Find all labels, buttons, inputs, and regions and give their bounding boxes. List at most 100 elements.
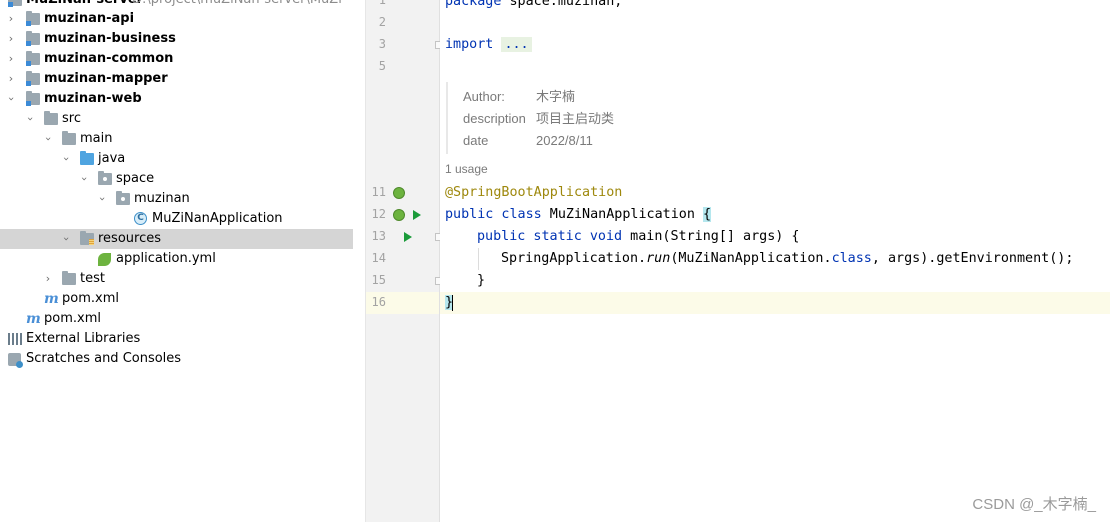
tree-item-label: muzinan-api [44, 11, 135, 26]
keyword: import [445, 37, 494, 52]
code-line-1: package space.muzinan; [445, 0, 622, 13]
line-number: 5 [378, 59, 386, 73]
tree-item-src[interactable]: › src [0, 109, 365, 129]
tree-item-muzinan[interactable]: › muzinan [0, 189, 365, 209]
tree-item-external-libraries[interactable]: External Libraries [0, 329, 365, 349]
tree-item-label: MuZiNanApplication [152, 211, 283, 226]
matched-brace: { [703, 207, 712, 222]
libraries-icon [8, 333, 22, 345]
tree-item-pom-root[interactable]: m pom.xml [0, 309, 365, 329]
tree-item-label: java [98, 151, 126, 166]
doc-value: 项目主启动类 [536, 111, 615, 126]
tree-item-application-yml[interactable]: application.yml [0, 249, 365, 269]
tree-item-label: pom.xml [44, 311, 101, 326]
chevron-right-icon[interactable]: › [5, 69, 17, 89]
tree-item-muzinan-web[interactable]: › muzinan-web [0, 89, 365, 109]
keyword: package [445, 0, 502, 9]
folder-icon [62, 271, 76, 285]
line-number: 15 [371, 273, 386, 287]
usage-hint[interactable]: 1 usage [445, 162, 488, 176]
tree-item-label: muzinan-mapper [44, 71, 168, 86]
spring-config-icon [98, 253, 111, 266]
indent-guide [478, 248, 479, 270]
javadoc-block: Author: 木字楠 description 项目主启动类 date 2022/8/… [446, 82, 648, 154]
tree-item-pom-web[interactable]: m pom.xml [0, 289, 365, 309]
watermark: CSDN @_木字楠_ [972, 496, 1096, 513]
module-folder-icon [26, 31, 40, 46]
code-text: main(String[] args) { [622, 229, 800, 244]
static-method: run [646, 251, 671, 266]
project-tree: MuZiNan-server D:\project\muZiNan-server… [0, 0, 366, 522]
tree-item-resources[interactable]: › resources [0, 229, 353, 249]
code-text: space.muzinan; [501, 0, 623, 9]
module-folder-icon [26, 51, 40, 66]
chevron-down-icon[interactable]: › [56, 233, 76, 245]
chevron-down-icon[interactable]: › [1, 93, 21, 105]
chevron-down-icon[interactable]: › [74, 173, 94, 185]
current-line-highlight [440, 292, 1110, 314]
spring-boot-class-icon: C [134, 212, 147, 225]
maven-icon: m [26, 311, 41, 327]
chevron-down-icon[interactable]: › [56, 153, 76, 165]
code-line-3: import ... [445, 34, 532, 56]
code-line-15: } [477, 273, 486, 288]
tree-item-label: application.yml [116, 251, 216, 266]
class-name: MuZiNanApplication [541, 207, 703, 222]
tree-item-muzinan-business[interactable]: › muzinan-business [0, 29, 365, 49]
run-icon[interactable] [404, 232, 412, 242]
chevron-down-icon[interactable]: › [92, 193, 112, 205]
doc-date: date 2022/8/11 [463, 130, 593, 152]
package-icon [116, 191, 130, 205]
maven-icon: m [44, 291, 59, 307]
run-icon[interactable] [413, 210, 421, 220]
spring-bean-icon[interactable] [393, 187, 405, 199]
tree-item-muzinan-api[interactable]: › muzinan-api [0, 9, 365, 29]
line-number: 13 [371, 229, 386, 243]
package-icon [98, 171, 112, 185]
code-text: , args).getEnvironment(); [871, 251, 1074, 266]
tree-item-muzinan-mapper[interactable]: › muzinan-mapper [0, 69, 365, 89]
line-number: 1 [378, 0, 386, 7]
module-folder-icon [8, 0, 22, 7]
module-folder-icon [26, 11, 40, 26]
line-number: 3 [378, 37, 386, 51]
keyword: class [831, 251, 872, 266]
tree-item-test[interactable]: › test [0, 269, 365, 289]
tree-item-label: resources [98, 231, 162, 246]
line-number: 14 [371, 251, 386, 265]
tree-item-main[interactable]: › main [0, 129, 365, 149]
spring-bean-icon[interactable] [393, 209, 405, 221]
scratches-icon [8, 353, 23, 368]
code-line-13: public static void main(String[] args) { [477, 226, 800, 248]
chevron-right-icon[interactable]: › [42, 269, 54, 289]
code-line-14: SpringApplication.run(MuZiNanApplication… [501, 248, 1073, 270]
code-line-11: @SpringBootApplication [445, 185, 623, 200]
folder-icon [62, 131, 76, 145]
doc-value: 木字楠 [536, 89, 576, 104]
chevron-right-icon[interactable]: › [5, 49, 17, 69]
folded-imports[interactable]: ... [501, 37, 532, 52]
editor-gutter[interactable]: 1 2 3 5 11 12 13 14 15 16 [366, 0, 442, 522]
doc-value: 2022/8/11 [536, 133, 593, 148]
tree-item-label: muzinan [134, 191, 190, 206]
line-number: 11 [371, 185, 386, 199]
tree-item-label: muzinan-web [44, 91, 142, 106]
tree-item-label: Scratches and Consoles [26, 351, 182, 366]
tree-item-label: muzinan-common [44, 51, 174, 66]
tree-item-muzinan-common[interactable]: › muzinan-common [0, 49, 365, 69]
keyword: public class [445, 207, 542, 222]
tree-item-muzinanapplication[interactable]: C MuZiNanApplication [0, 209, 365, 229]
code-editor[interactable]: package space.muzinan; import ... Author… [440, 0, 1110, 522]
line-number: 16 [371, 295, 386, 309]
line-number: 2 [378, 15, 386, 29]
tree-item-java[interactable]: › java [0, 149, 365, 169]
tree-item-scratches[interactable]: Scratches and Consoles [0, 349, 365, 369]
indent-guide [502, 248, 503, 270]
chevron-right-icon[interactable]: › [5, 9, 17, 29]
keyword: public static void [477, 229, 623, 244]
chevron-down-icon[interactable]: › [38, 133, 58, 145]
tree-item-label: space [116, 171, 155, 186]
chevron-down-icon[interactable]: › [20, 113, 40, 125]
tree-item-space[interactable]: › space [0, 169, 365, 189]
chevron-right-icon[interactable]: › [5, 29, 17, 49]
